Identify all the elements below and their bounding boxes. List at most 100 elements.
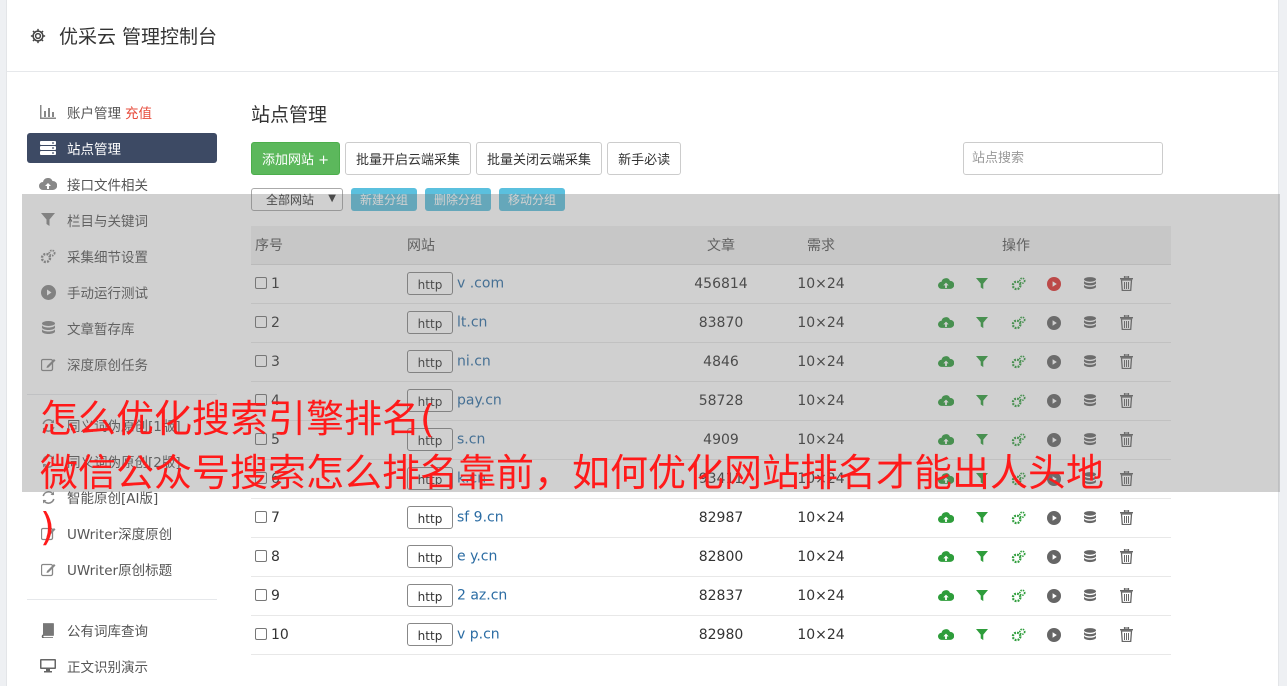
sidebar-item-article-store[interactable]: 文章暂存库 <box>27 310 217 346</box>
batch-close-cloud-button[interactable]: 批量关闭云端采集 <box>476 142 603 175</box>
table-row: 1 http v .com 456814 10×24 <box>251 264 1171 304</box>
cloud-upload-icon[interactable] <box>928 586 964 606</box>
article-count[interactable]: 82980 <box>661 615 781 655</box>
filter-icon[interactable] <box>964 313 1000 333</box>
protocol-button[interactable]: http <box>407 272 453 295</box>
cloud-upload-icon[interactable] <box>928 352 964 372</box>
bar-chart-icon <box>39 103 57 121</box>
gears-icon[interactable] <box>1000 352 1036 372</box>
recharge-link[interactable]: 充值 <box>125 102 152 122</box>
main-content: 站点管理 添加网站 + 批量开启云端采集 批量关闭云端采集 新手必读 全部网站 … <box>251 100 1171 655</box>
table-header-row: 序号 网站 文章 需求 操作 <box>251 226 1171 265</box>
demand-value[interactable]: 10×24 <box>781 303 861 343</box>
play-circle-icon[interactable] <box>1036 352 1072 372</box>
batch-open-cloud-button[interactable]: 批量开启云端采集 <box>345 142 472 175</box>
site-domain-link[interactable]: v p.cn <box>457 627 500 643</box>
filter-icon[interactable] <box>964 625 1000 645</box>
site-search-input[interactable] <box>963 142 1163 175</box>
protocol-button[interactable]: http <box>407 584 453 607</box>
protocol-button[interactable]: http <box>407 311 453 334</box>
move-group-button[interactable]: 移动分组 <box>499 188 566 211</box>
article-count[interactable]: 82837 <box>661 576 781 616</box>
database-icon[interactable] <box>1072 586 1108 606</box>
sidebar-item-label: 栏目与关键词 <box>67 214 148 230</box>
site-domain-link[interactable]: ni.cn <box>457 354 491 370</box>
group-select-value: 全部网站 <box>266 193 315 207</box>
chevron-down-icon: ▼ <box>328 193 336 204</box>
trash-icon[interactable] <box>1108 625 1144 645</box>
database-icon[interactable] <box>1072 313 1108 333</box>
demand-value[interactable]: 10×24 <box>781 576 861 616</box>
gears-icon[interactable] <box>1000 313 1036 333</box>
article-count[interactable]: 83870 <box>661 303 781 343</box>
demand-value[interactable]: 10×24 <box>781 264 861 304</box>
gears-icon[interactable] <box>1000 625 1036 645</box>
article-count[interactable]: 4846 <box>661 342 781 382</box>
trash-icon[interactable] <box>1108 352 1144 372</box>
sidebar-item-label: 文章暂存库 <box>67 322 135 338</box>
sidebar-item-label: 采集细节设置 <box>67 250 148 266</box>
cloud-upload-icon[interactable] <box>928 313 964 333</box>
sidebar-item-sites[interactable]: 站点管理 <box>27 133 217 163</box>
gears-icon[interactable] <box>1000 274 1036 294</box>
play-circle-icon[interactable] <box>1036 313 1072 333</box>
row-checkbox[interactable] <box>255 354 267 367</box>
trash-icon[interactable] <box>1108 313 1144 333</box>
sidebar-item-manual-test[interactable]: 手动运行测试 <box>27 274 217 310</box>
sidebar-item-account[interactable]: 账户管理 充值 <box>27 94 217 130</box>
play-circle-icon[interactable] <box>1036 274 1072 294</box>
sidebar-item-collection-settings[interactable]: 采集细节设置 <box>27 238 217 274</box>
filter-icon[interactable] <box>964 274 1000 294</box>
row-checkbox[interactable] <box>255 627 267 640</box>
article-count[interactable]: 456814 <box>661 264 781 304</box>
trash-icon[interactable] <box>1108 430 1144 450</box>
gears-icon[interactable] <box>1000 586 1036 606</box>
row-checkbox[interactable] <box>255 315 267 328</box>
filter-icon[interactable] <box>964 586 1000 606</box>
protocol-button[interactable]: http <box>407 623 453 646</box>
demand-value[interactable]: 10×24 <box>781 615 861 655</box>
sidebar-item-uwriter-title[interactable]: UWriter原创标题 <box>27 551 217 587</box>
filter-icon[interactable] <box>964 352 1000 372</box>
row-checkbox[interactable] <box>255 588 267 601</box>
sidebar-item-text-recognition[interactable]: 正文识别演示 <box>27 648 217 684</box>
sidebar-item-public-lexicon[interactable]: 公有词库查询 <box>27 612 217 648</box>
site-cell: http lt.cn <box>331 303 661 343</box>
sidebar-item-deep-original[interactable]: 深度原创任务 <box>27 346 217 382</box>
edit-icon <box>39 560 57 578</box>
gears-icon <box>39 247 57 265</box>
site-cell: http v .com <box>331 264 661 304</box>
row-checkbox[interactable] <box>255 276 267 289</box>
page-title: 站点管理 <box>251 104 328 126</box>
app-title: 优采云 管理控制台 <box>59 26 218 48</box>
site-domain-link[interactable]: 2 az.cn <box>457 588 507 604</box>
group-select[interactable]: 全部网站 ▼ <box>251 188 343 211</box>
sidebar-item-columns-keywords[interactable]: 栏目与关键词 <box>27 202 217 238</box>
play-circle-icon[interactable] <box>1036 586 1072 606</box>
group-toolbar: 全部网站 ▼ 新建分组 删除分组 移动分组 <box>251 188 566 211</box>
sidebar: 账户管理 充值 站点管理 接口文件相关 栏目与关键词 采集细节设置 手动运行测试… <box>27 94 217 684</box>
site-domain-link[interactable]: v .com <box>457 276 504 292</box>
database-icon[interactable] <box>1072 625 1108 645</box>
trash-icon[interactable] <box>1108 586 1144 606</box>
new-group-button[interactable]: 新建分组 <box>351 188 418 211</box>
trash-icon[interactable] <box>1108 547 1144 567</box>
trash-icon[interactable] <box>1108 274 1144 294</box>
add-site-button[interactable]: 添加网站 + <box>251 142 341 175</box>
cloud-upload-icon[interactable] <box>928 625 964 645</box>
delete-group-button[interactable]: 删除分组 <box>425 188 492 211</box>
demand-value[interactable]: 10×24 <box>781 342 861 382</box>
play-circle-icon[interactable] <box>1036 625 1072 645</box>
protocol-button[interactable]: http <box>407 350 453 373</box>
database-icon[interactable] <box>1072 274 1108 294</box>
database-icon[interactable] <box>1072 352 1108 372</box>
database-icon <box>39 319 57 337</box>
beginner-guide-button[interactable]: 新手必读 <box>607 142 682 175</box>
sidebar-item-label: UWriter原创标题 <box>67 563 173 579</box>
trash-icon[interactable] <box>1108 508 1144 528</box>
site-domain-link[interactable]: lt.cn <box>457 315 487 331</box>
sidebar-item-interface-files[interactable]: 接口文件相关 <box>27 166 217 202</box>
cloud-upload-icon[interactable] <box>928 274 964 294</box>
trash-icon[interactable] <box>1108 391 1144 411</box>
trash-icon[interactable] <box>1108 469 1144 489</box>
